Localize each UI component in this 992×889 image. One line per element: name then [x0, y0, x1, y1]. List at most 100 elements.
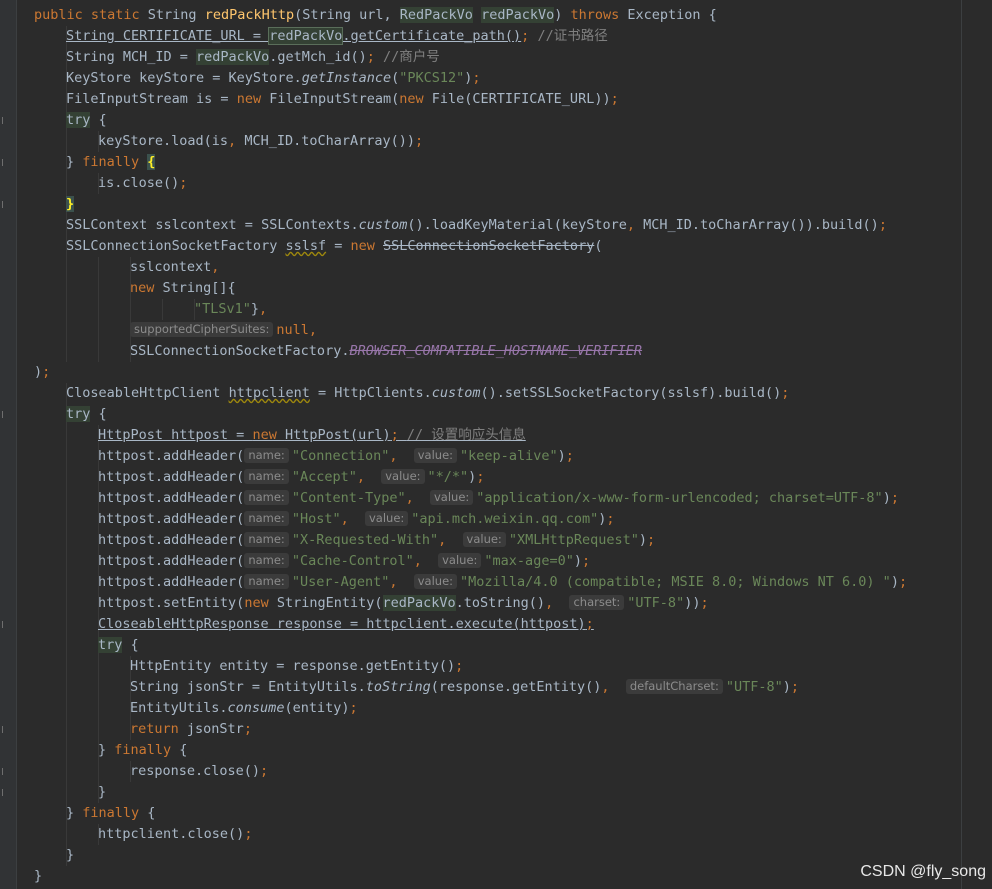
code-token: EntityUtils.: [130, 700, 228, 716]
code-token: ): [782, 679, 791, 695]
code-token: KeyStore keyStore = KeyStore.: [66, 70, 302, 86]
fold-marker-icon[interactable]: [2, 411, 6, 418]
code-line-content: SSLConnectionSocketFactory sslsf = new S…: [66, 236, 602, 257]
code-token: }: [66, 196, 75, 212]
code-token: {: [179, 742, 188, 758]
parameter-hint: value:: [438, 553, 482, 568]
code-token: SSLConnectionSocketFactory.: [130, 343, 350, 359]
code-line-content: httpost.addHeader(name: "X-Requested-With…: [98, 530, 655, 551]
parameter-hint: name:: [244, 553, 289, 568]
code-line-content: supportedCipherSuites: null,: [130, 320, 317, 341]
code-line-content: String jsonStr = EntityUtils.toString(re…: [130, 677, 799, 698]
fold-marker-icon[interactable]: [2, 768, 6, 775]
code-line-content: is.close();: [98, 173, 187, 194]
fold-marker-icon[interactable]: [2, 789, 6, 796]
fold-marker-icon[interactable]: [2, 726, 6, 733]
code-token: getInstance: [301, 70, 392, 86]
indent-guide: [98, 257, 99, 278]
code-line-content: httpost.addHeader(name: "Content-Type", v…: [98, 488, 899, 509]
indent-guide: [66, 740, 67, 761]
code-token: ): [882, 490, 891, 506]
code-token: keyStore.load(is: [98, 133, 229, 149]
fold-marker-icon[interactable]: [2, 159, 6, 166]
code-token: SSLConnectionSocketFactory: [383, 238, 595, 254]
parameter-hint: value:: [381, 469, 425, 484]
code-token: return: [130, 721, 187, 737]
indent-guide: [66, 719, 67, 740]
code-token: "Content-Type": [291, 490, 406, 506]
code-token: ,: [413, 553, 439, 569]
code-token: }: [250, 301, 260, 317]
code-token: //证书路径: [537, 28, 608, 44]
code-line-content: } finally {: [66, 152, 156, 173]
indent-guide: [98, 341, 99, 362]
code-token: ;: [243, 721, 252, 737]
code-token: "keep-alive": [460, 448, 558, 464]
code-line-content: String MCH_ID = redPackVo.getMch_id(); /…: [66, 47, 440, 68]
code-token: throws: [570, 7, 628, 23]
code-token: {: [147, 805, 156, 821]
code-line-content: HttpPost httpost = new HttpPost(url); //…: [98, 425, 526, 446]
code-token: ;: [581, 553, 591, 569]
code-token: finally: [114, 742, 180, 758]
code-token: ;: [390, 427, 407, 443]
code-line-content: try {: [98, 635, 139, 656]
indent-guide: [66, 278, 67, 299]
code-editor[interactable]: public static String redPackHttp(String …: [0, 0, 992, 889]
indent-guide: [66, 761, 67, 782]
code-token: HttpEntity entity = response.getEntity(): [130, 658, 456, 674]
code-token: {: [147, 154, 156, 170]
code-token: null: [276, 322, 309, 338]
code-token: "Mozilla/4.0 (compatible; MSIE 8.0; Wind…: [460, 574, 891, 590]
code-token: ,: [340, 511, 365, 527]
code-token: redPackVo: [196, 49, 270, 65]
code-token: "TLSv1": [194, 301, 251, 317]
fold-marker-icon[interactable]: [2, 201, 6, 208]
code-token: redPackVo: [382, 595, 456, 611]
code-token: File(CERTIFICATE_URL)): [431, 91, 611, 107]
indent-guide: [66, 425, 67, 446]
code-token: "max-age=0": [484, 553, 574, 569]
code-token: ,: [356, 469, 382, 485]
code-token: (String url,: [294, 7, 400, 23]
code-token: // 设置响应头信息: [406, 427, 526, 443]
indent-guide: [66, 320, 67, 341]
indent-guide: [66, 173, 67, 194]
code-token: new: [244, 595, 277, 611]
code-token: {: [90, 406, 107, 422]
code-line-content: "TLSv1"},: [194, 299, 267, 320]
code-token: ;: [521, 28, 538, 44]
indent-guide: [66, 446, 67, 467]
parameter-hint: name:: [244, 511, 289, 526]
code-token: httpost.addHeader(: [98, 511, 245, 527]
code-token: ,: [405, 490, 430, 506]
fold-marker-icon[interactable]: [2, 621, 6, 628]
code-token: CloseableHttpClient: [66, 385, 229, 401]
code-line-content: }: [66, 845, 74, 866]
code-line-content: sslcontext,: [130, 257, 219, 278]
code-token: ;: [455, 658, 464, 674]
editor-scrollbar[interactable]: [961, 0, 992, 889]
parameter-hint: charset:: [569, 595, 625, 610]
code-token: ;: [606, 511, 615, 527]
code-token: =: [326, 238, 351, 254]
indent-guide: [66, 656, 67, 677]
code-token: }: [98, 784, 107, 800]
code-token: "UTF-8": [725, 679, 783, 695]
code-line-content: );: [34, 362, 50, 383]
code-token: }: [66, 154, 83, 170]
code-token: redPackHttp: [204, 7, 295, 23]
code-token: "Connection": [291, 448, 390, 464]
code-token: ;: [878, 217, 887, 233]
code-token: "Accept": [291, 469, 357, 485]
fold-marker-icon[interactable]: [2, 117, 6, 124]
code-line-content: HttpEntity entity = response.getEntity()…: [130, 656, 463, 677]
code-token: new: [252, 427, 285, 443]
code-token: StringEntity(: [276, 595, 383, 611]
code-token: ,: [438, 532, 463, 548]
code-line-content: try {: [66, 404, 107, 425]
code-token: httpost.addHeader(: [98, 469, 245, 485]
editor-gutter[interactable]: [0, 0, 17, 889]
code-line-content: KeyStore keyStore = KeyStore.getInstance…: [66, 68, 481, 89]
indent-guide: [66, 467, 67, 488]
